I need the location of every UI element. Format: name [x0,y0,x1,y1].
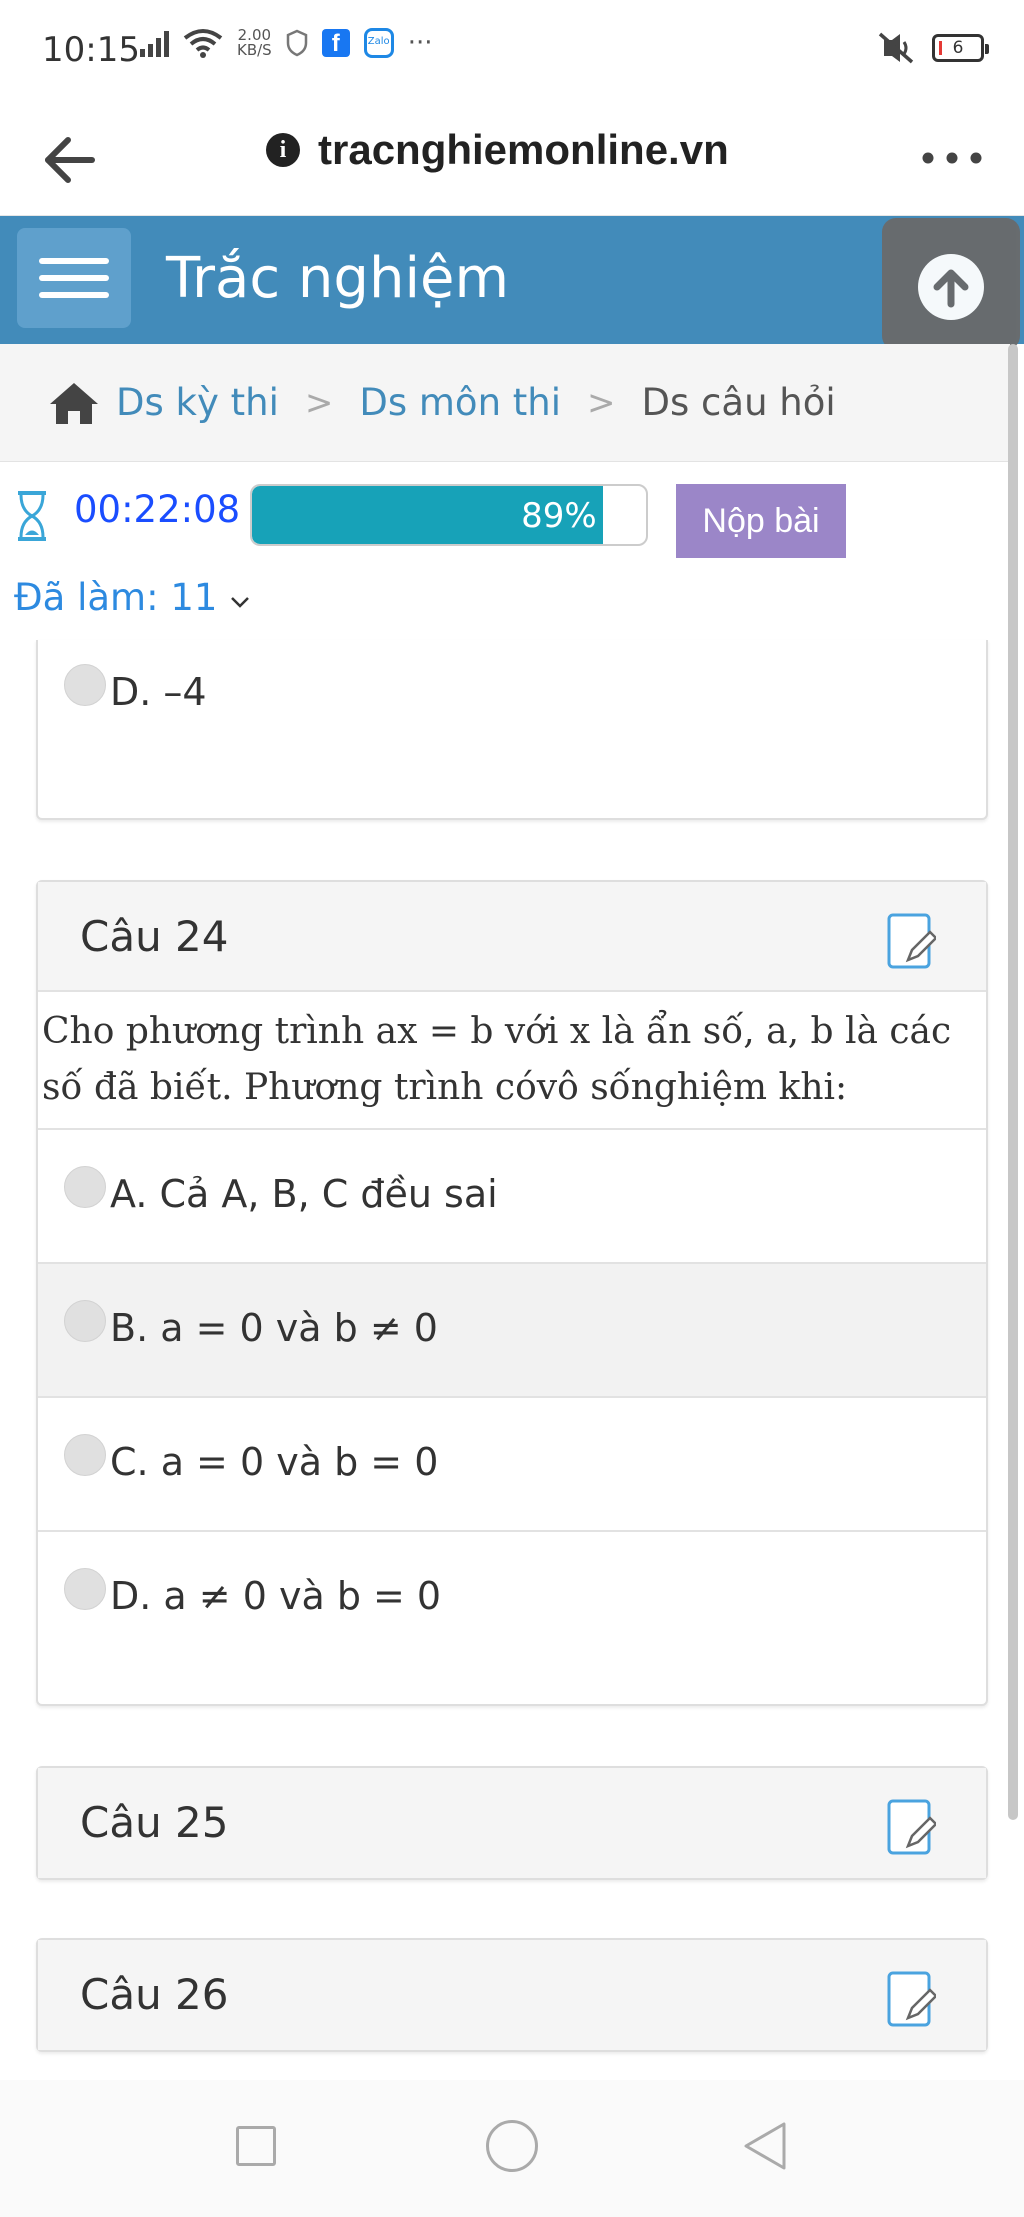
battery-level: 6 [952,38,964,58]
back-arrow-icon[interactable] [40,130,100,190]
answer-option[interactable]: D. –4 [38,640,986,820]
home-button-icon[interactable] [486,2120,538,2172]
app-header: Trắc nghiệm [0,216,1024,344]
status-bar: 10:15 2.00 KB/S f Zalo ··· 6 [0,0,1024,100]
breadcrumb-separator: > [587,382,616,423]
question-panel: Câu 26 [36,1938,988,2052]
countdown-timer: 00:22:08 [74,488,241,531]
battery-icon: 6 [932,34,989,62]
radio-button[interactable] [64,1434,106,1476]
answer-label: C. a = 0 và b = 0 [110,1440,439,1484]
question-text: Cho phương trình ax = b với x là ẩn số, … [38,992,986,1130]
radio-button[interactable] [64,1568,106,1610]
back-triangle-icon[interactable] [740,2120,792,2172]
radio-button[interactable] [64,1300,106,1342]
signal-icon [140,29,169,57]
breadcrumb-exams-link[interactable]: Ds kỳ thi [116,381,279,424]
question-header: Câu 24 [38,882,986,992]
system-nav-bar [0,2080,1024,2217]
answer-option-b[interactable]: B. a = 0 và b ≠ 0 [38,1264,986,1398]
progress-fill: 89% [252,486,603,544]
facebook-icon: f [321,29,350,57]
question-title: Câu 25 [80,1798,229,1847]
shield-icon [286,29,307,57]
more-notifications-icon: ··· [407,28,433,58]
answer-option-a[interactable]: A. Cả A, B, C đều sai [38,1130,986,1264]
address-bar[interactable]: i tracnghiemonline.vn [266,126,729,174]
answer-option-d[interactable]: D. a ≠ 0 và b = 0 [38,1532,986,1704]
menu-toggle-button[interactable] [17,228,131,328]
chevron-down-icon [231,597,250,608]
question-title: Câu 24 [80,912,229,961]
status-icons: 2.00 KB/S f Zalo ··· [140,28,433,58]
scrollbar[interactable] [1008,344,1018,1820]
progress-label: 89% [521,496,597,536]
submit-button[interactable]: Nộp bài [676,484,846,558]
browser-toolbar: i tracnghiemonline.vn [0,100,1024,216]
url-text: tracnghiemonline.vn [318,126,729,173]
radio-button[interactable] [64,664,106,706]
note-edit-icon[interactable] [886,1798,936,1856]
question-panel: Câu 25 [36,1766,988,1880]
home-icon[interactable] [48,380,100,426]
answer-label: D. a ≠ 0 và b = 0 [110,1574,442,1618]
breadcrumb-subjects-link[interactable]: Ds môn thi [359,381,561,424]
answer-label: B. a = 0 và b ≠ 0 [110,1306,438,1350]
clock: 10:15 [42,30,140,70]
network-speed-unit: KB/S [237,41,272,59]
answer-label: A. Cả A, B, C đều sai [110,1172,498,1216]
info-icon[interactable]: i [266,133,300,167]
app-title: Trắc nghiệm [166,246,509,311]
network-speed: 2.00 KB/S [237,28,272,58]
exam-status-row: 00:22:08 89% Nộp bài [0,470,1010,580]
answer-option-c[interactable]: C. a = 0 và b = 0 [38,1398,986,1532]
question-title: Câu 26 [80,1970,229,2019]
answer-label: D. –4 [110,670,207,714]
mute-icon [878,32,914,64]
breadcrumb: Ds kỳ thi > Ds môn thi > Ds câu hỏi [0,344,1010,462]
progress-bar: 89% [250,484,648,546]
more-menu-icon[interactable] [920,138,984,178]
wifi-icon [183,29,223,58]
scroll-to-top-button[interactable] [882,218,1020,350]
answered-count: Đã làm: 11 [14,576,218,619]
note-edit-icon[interactable] [886,912,936,970]
recent-apps-icon[interactable] [236,2126,276,2166]
breadcrumb-separator: > [304,382,334,423]
note-edit-icon[interactable] [886,1970,936,2028]
status-right: 6 [876,30,989,66]
question-header[interactable]: Câu 25 [38,1768,986,1878]
zalo-icon: Zalo [363,28,394,58]
question-panel-previous: D. –4 [36,640,988,820]
question-panel: Câu 24 Cho phương trình ax = b với x là … [36,880,988,1706]
question-header[interactable]: Câu 26 [38,1940,986,2050]
hourglass-icon [18,491,46,541]
answered-count-dropdown[interactable]: Đã làm: 11 [14,576,251,619]
breadcrumb-current: Ds câu hỏi [641,381,836,424]
arrow-up-icon [918,254,984,320]
radio-button[interactable] [64,1166,106,1208]
